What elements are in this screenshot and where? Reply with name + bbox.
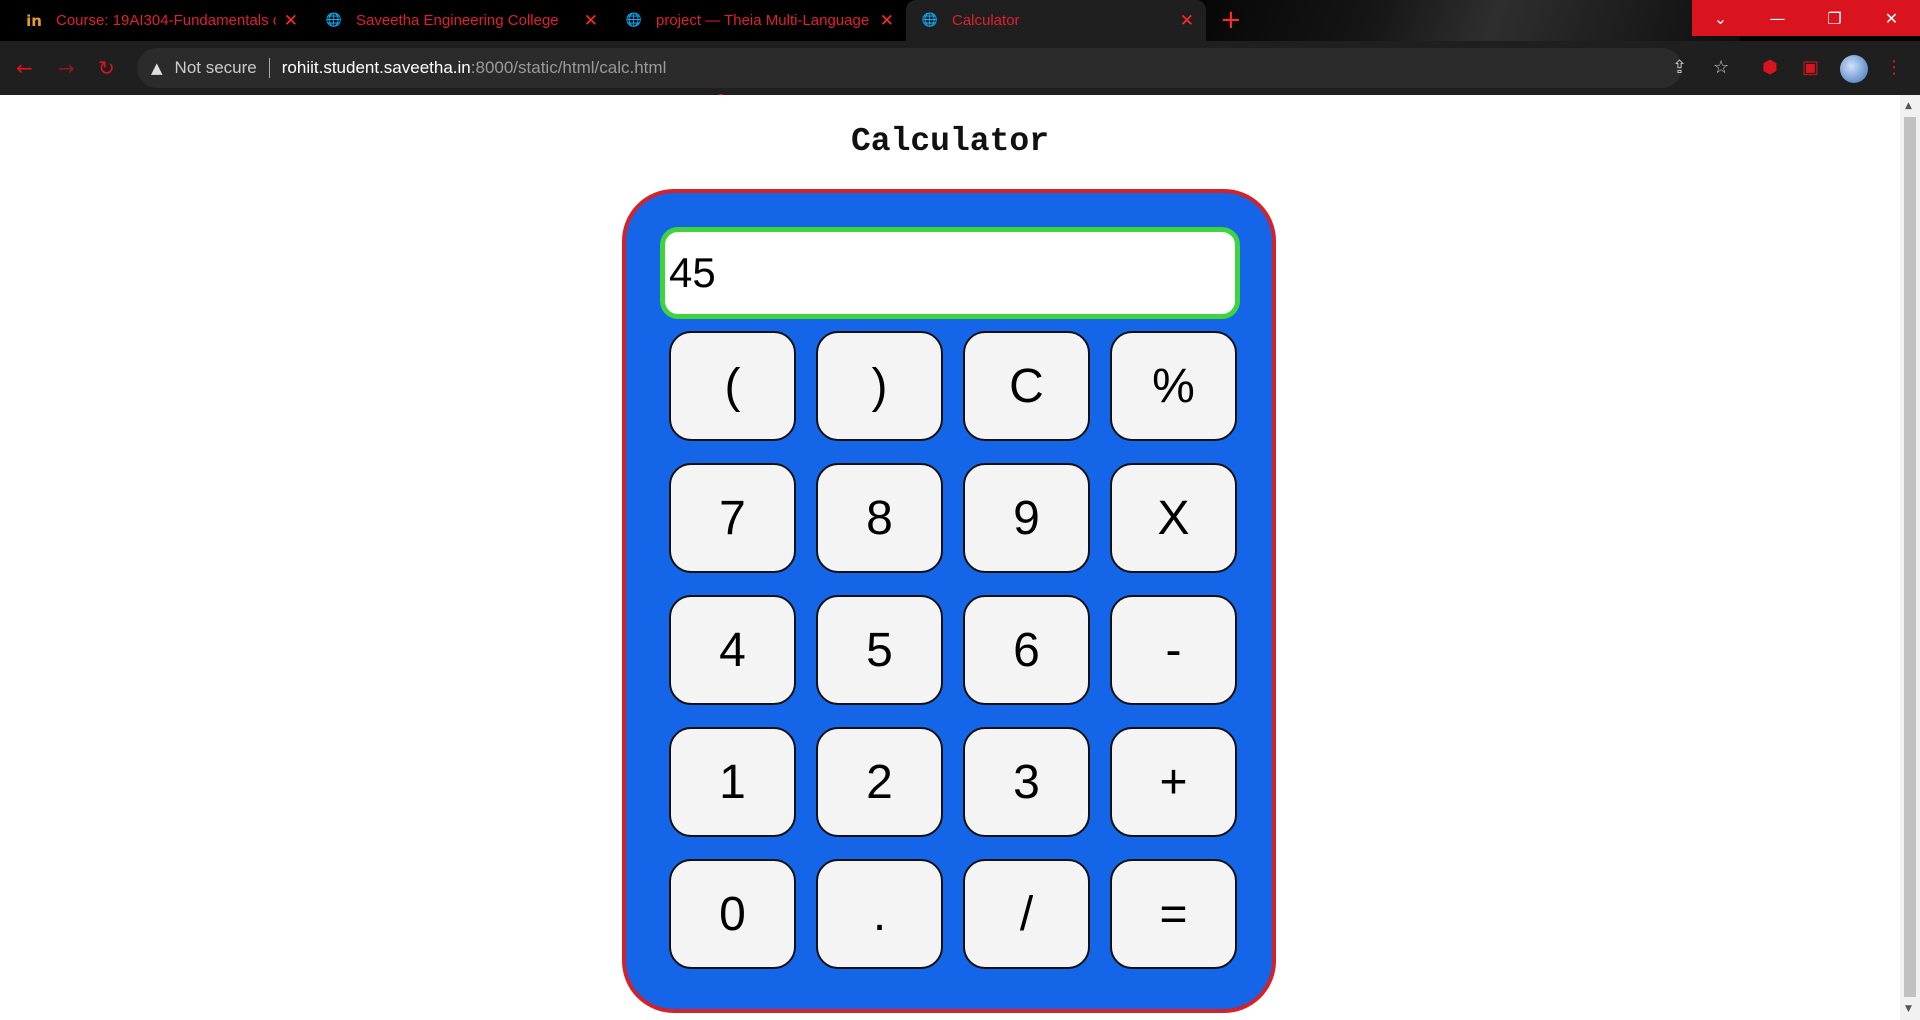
close-icon[interactable]: ✕: [284, 11, 298, 31]
tab-course[interactable]: in Course: 19AI304-Fundamentals o ✕: [10, 0, 310, 41]
key-minus[interactable]: -: [1110, 595, 1237, 705]
key-divide[interactable]: /: [963, 859, 1090, 969]
tab-saveetha[interactable]: 🌐 Saveetha Engineering College ✕: [310, 0, 610, 41]
key-7[interactable]: 7: [669, 463, 796, 573]
url-path[interactable]: :8000/static/html/calc.html: [471, 58, 667, 78]
key-multiply[interactable]: X: [1110, 463, 1237, 573]
tab-title: Saveetha Engineering College: [356, 12, 559, 29]
key-8[interactable]: 8: [816, 463, 943, 573]
star-icon[interactable]: ☆: [1713, 57, 1729, 78]
key-decimal[interactable]: .: [816, 859, 943, 969]
warning-icon[interactable]: ▲: [151, 59, 163, 77]
address-bar[interactable]: ▲ Not secure rohiit.student.saveetha.in …: [137, 48, 1682, 88]
moodle-icon: in: [26, 11, 42, 30]
tab-title: Calculator: [952, 12, 1020, 29]
key-1[interactable]: 1: [669, 727, 796, 837]
share-icon[interactable]: ⇪: [1672, 57, 1687, 78]
key-close-paren[interactable]: ): [816, 331, 943, 441]
globe-icon: 🌐: [325, 13, 343, 28]
globe-icon: 🌐: [921, 13, 939, 28]
page-content: Calculator 45 ( ) C % 7 8 9 X 4 5 6 - 1 …: [0, 95, 1900, 1020]
keypad: ( ) C % 7 8 9 X 4 5 6 - 1 2 3 + 0 . / =: [669, 331, 1237, 969]
tab-title: project — Theia Multi-Language: [656, 12, 870, 29]
divider: [268, 58, 270, 78]
key-0[interactable]: 0: [669, 859, 796, 969]
tab-strip: in Course: 19AI304-Fundamentals o ✕ 🌐 Sa…: [0, 0, 1920, 41]
key-equals[interactable]: =: [1110, 859, 1237, 969]
calculator: 45 ( ) C % 7 8 9 X 4 5 6 - 1 2 3 + 0 . /…: [622, 189, 1276, 1013]
sidepanel-icon[interactable]: ▣: [1802, 57, 1819, 78]
tab-theia[interactable]: 🌐 project — Theia Multi-Language ✕: [610, 0, 906, 41]
avatar[interactable]: [1840, 55, 1868, 83]
minimize-icon[interactable]: —: [1749, 0, 1806, 36]
key-2[interactable]: 2: [816, 727, 943, 837]
key-6[interactable]: 6: [963, 595, 1090, 705]
browser-toolbar: ← → ↻ ▲ Not secure rohiit.student.saveet…: [0, 41, 1920, 95]
key-5[interactable]: 5: [816, 595, 943, 705]
key-9[interactable]: 9: [963, 463, 1090, 573]
extension-icon[interactable]: ⬢: [1762, 57, 1778, 78]
close-icon[interactable]: ✕: [1180, 11, 1194, 31]
window-controls: ⌄ — ❐ ✕: [1692, 0, 1920, 36]
key-open-paren[interactable]: (: [669, 331, 796, 441]
key-3[interactable]: 3: [963, 727, 1090, 837]
back-arrow-icon[interactable]: ←: [16, 56, 33, 80]
tab-calculator[interactable]: 🌐 Calculator ✕: [906, 0, 1206, 41]
reload-icon[interactable]: ↻: [98, 56, 115, 80]
key-percent[interactable]: %: [1110, 331, 1237, 441]
globe-icon: 🌐: [625, 13, 643, 28]
close-icon[interactable]: ✕: [584, 11, 598, 31]
menu-icon[interactable]: ⋮: [1885, 57, 1903, 78]
page-title: Calculator: [850, 123, 1050, 160]
new-tab-button[interactable]: +: [1220, 6, 1242, 34]
forward-arrow-icon[interactable]: →: [58, 56, 75, 80]
url-host[interactable]: rohiit.student.saveetha.in: [282, 58, 471, 78]
scroll-down-icon[interactable]: ▼: [1905, 1004, 1912, 1014]
restore-icon[interactable]: ❐: [1806, 0, 1863, 36]
key-clear[interactable]: C: [963, 331, 1090, 441]
tab-search-icon[interactable]: ⌄: [1692, 0, 1749, 36]
scrollbar-thumb[interactable]: [1904, 117, 1916, 997]
close-window-icon[interactable]: ✕: [1863, 0, 1920, 36]
tab-title: Course: 19AI304-Fundamentals o: [56, 12, 276, 29]
scroll-up-icon[interactable]: ▲: [1905, 101, 1912, 111]
security-label[interactable]: Not secure: [175, 58, 257, 78]
key-4[interactable]: 4: [669, 595, 796, 705]
key-plus[interactable]: +: [1110, 727, 1237, 837]
tab-strip-background: [1120, 0, 1740, 41]
calculator-display[interactable]: 45: [660, 227, 1240, 319]
vertical-scrollbar[interactable]: ▲ ▼: [1900, 95, 1920, 1020]
close-icon[interactable]: ✕: [880, 11, 894, 31]
